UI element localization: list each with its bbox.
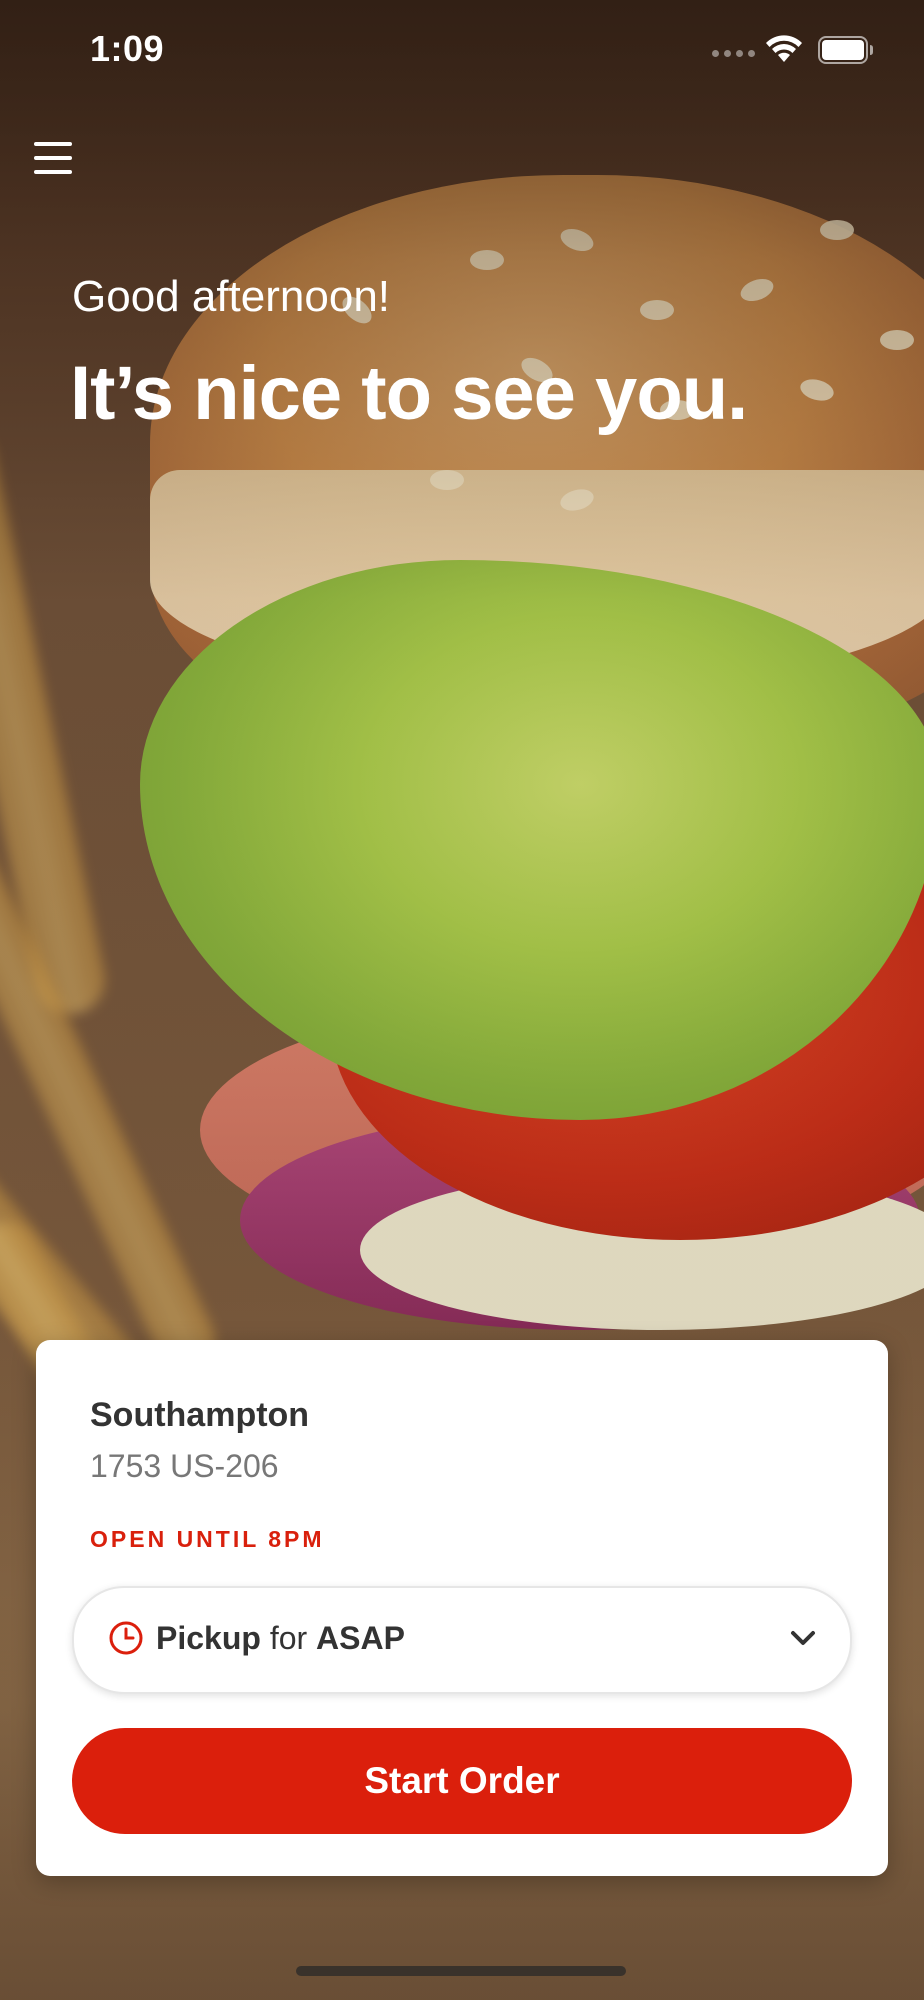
store-hours: OPEN UNTIL 8PM [90,1526,325,1552]
signal-icon [712,50,755,57]
order-mode-method: Pickup [156,1620,261,1656]
chevron-down-icon [791,1631,815,1645]
home-indicator[interactable] [296,1966,626,1976]
store-name: Southampton [90,1396,310,1434]
app-screen: 1:09 Good afternoon! It’s nice to see yo… [0,0,924,2000]
greeting-title: It’s nice to see you. [70,351,748,436]
clock-icon [109,1621,143,1655]
order-mode-text: Pickup for ASAP [156,1620,405,1657]
wifi-icon [766,35,802,62]
store-card: Southampton 1753 US-206 OPEN UNTIL 8PM P… [36,1340,888,1876]
order-mode-selector[interactable]: Pickup for ASAP [72,1586,852,1694]
menu-icon[interactable] [34,140,74,176]
order-mode-time: ASAP [316,1620,405,1656]
battery-icon [818,36,873,64]
order-mode-connector: for [269,1620,308,1656]
status-time: 1:09 [90,28,165,69]
greeting-subtitle: Good afternoon! [72,272,391,321]
status-bar: 1:09 [0,0,924,100]
store-address: 1753 US-206 [90,1448,279,1484]
start-order-button[interactable]: Start Order [72,1728,852,1834]
